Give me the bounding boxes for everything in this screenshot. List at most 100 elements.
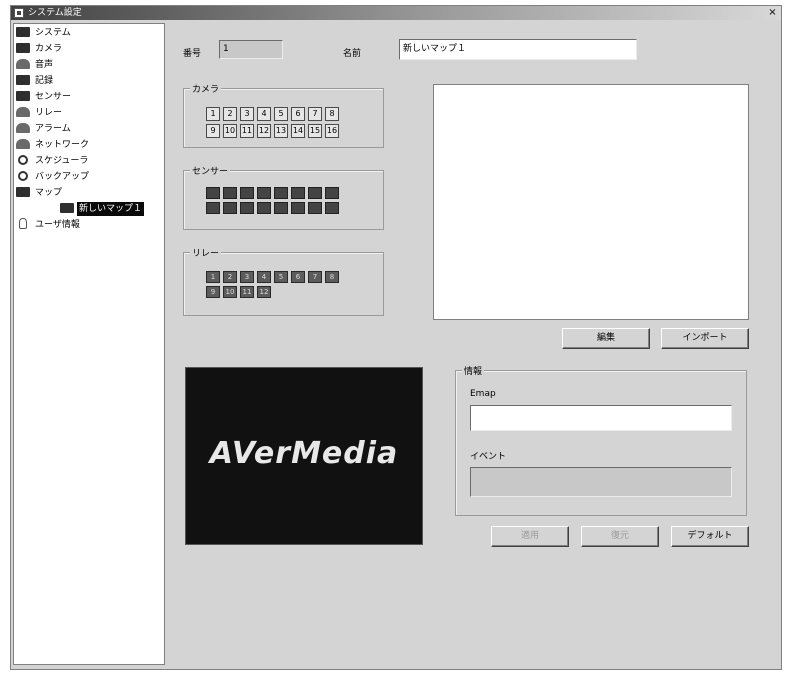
camera-button-2[interactable]: 2 <box>223 107 237 121</box>
camera-button-14[interactable]: 14 <box>291 124 305 138</box>
relay-icon <box>16 106 30 117</box>
camera-button-13[interactable]: 13 <box>274 124 288 138</box>
sensor-button-4[interactable] <box>257 187 271 199</box>
camera-button-9[interactable]: 9 <box>206 124 220 138</box>
tree-item-user-info[interactable]: ユーザ情報 <box>16 218 82 232</box>
camera-button-5[interactable]: 5 <box>274 107 288 121</box>
number-field[interactable]: 1 <box>219 40 283 59</box>
camera-button-7[interactable]: 7 <box>308 107 322 121</box>
camera-button-16[interactable]: 16 <box>325 124 339 138</box>
tree-item-label: ネットワーク <box>35 140 90 150</box>
tree-item-record[interactable]: 記録 <box>16 74 55 88</box>
event-field[interactable] <box>470 467 732 497</box>
sensor-button-7[interactable] <box>308 187 322 199</box>
camera-button-3[interactable]: 3 <box>240 107 254 121</box>
settings-app-icon <box>14 8 24 18</box>
camera-button-grid: 1 2 3 4 5 6 7 8 9 10 11 12 13 14 15 16 <box>206 107 339 138</box>
sensor-button-15[interactable] <box>308 202 322 214</box>
tree-item-system[interactable]: システム <box>16 26 73 40</box>
record-icon <box>16 74 30 85</box>
tree-item-sensor[interactable]: センサー <box>16 90 73 104</box>
camera-button-11[interactable]: 11 <box>240 124 254 138</box>
relay-button-8[interactable]: 8 <box>325 271 339 283</box>
settings-tree: システム カメラ 音声 記録 センサー リレー アラーム ネットワーク スケジュ… <box>13 23 165 665</box>
camera-icon <box>16 42 30 53</box>
camera-button-6[interactable]: 6 <box>291 107 305 121</box>
relay-button-6[interactable]: 6 <box>291 271 305 283</box>
camera-button-1[interactable]: 1 <box>206 107 220 121</box>
tree-item-audio[interactable]: 音声 <box>16 58 55 72</box>
map-icon <box>60 202 74 213</box>
backup-icon <box>18 170 28 181</box>
relay-button-7[interactable]: 7 <box>308 271 322 283</box>
tree-item-map[interactable]: マップ <box>16 186 64 200</box>
scheduler-icon <box>18 154 28 165</box>
sensor-button-8[interactable] <box>325 187 339 199</box>
camera-button-12[interactable]: 12 <box>257 124 271 138</box>
sensor-group: センサー <box>183 164 384 230</box>
relay-button-9[interactable]: 9 <box>206 286 220 298</box>
relay-button-2[interactable]: 2 <box>223 271 237 283</box>
relay-group: リレー 1 2 3 4 5 6 7 8 9 10 11 12 <box>183 246 384 316</box>
apply-button[interactable]: 適用 <box>491 526 569 547</box>
user-icon <box>19 218 27 229</box>
tree-item-scheduler[interactable]: スケジューラ <box>16 154 90 168</box>
sensor-button-13[interactable] <box>274 202 288 214</box>
sensor-icon <box>16 90 30 101</box>
system-settings-window: システム設定 × システム カメラ 音声 記録 センサー リレー アラーム ネッ… <box>10 5 782 670</box>
sensor-button-10[interactable] <box>223 202 237 214</box>
info-group-label: 情報 <box>462 364 485 377</box>
relay-button-12[interactable]: 12 <box>257 286 271 298</box>
tree-item-alarm[interactable]: アラーム <box>16 122 73 136</box>
camera-button-8[interactable]: 8 <box>325 107 339 121</box>
tree-item-new-map-1[interactable]: 新しいマップ１ <box>60 202 145 216</box>
import-button[interactable]: インポート <box>661 328 749 349</box>
sensor-button-6[interactable] <box>291 187 305 199</box>
relay-button-4[interactable]: 4 <box>257 271 271 283</box>
camera-group: カメラ 1 2 3 4 5 6 7 8 9 10 11 12 13 14 15 … <box>183 82 384 148</box>
tree-item-label: 記録 <box>35 76 54 86</box>
relay-button-1[interactable]: 1 <box>206 271 220 283</box>
sensor-button-12[interactable] <box>257 202 271 214</box>
monitor-icon <box>16 26 30 37</box>
emap-input[interactable] <box>470 405 732 431</box>
number-label: 番号 <box>183 49 202 59</box>
map-icon <box>16 186 30 197</box>
relay-button-5[interactable]: 5 <box>274 271 288 283</box>
relay-button-grid: 1 2 3 4 5 6 7 8 9 10 11 12 <box>206 271 339 298</box>
restore-button[interactable]: 復元 <box>581 526 659 547</box>
edit-button[interactable]: 編集 <box>562 328 650 349</box>
sensor-button-9[interactable] <box>206 202 220 214</box>
sensor-button-grid <box>206 187 339 214</box>
alarm-icon <box>16 122 30 133</box>
camera-button-10[interactable]: 10 <box>223 124 237 138</box>
camera-button-4[interactable]: 4 <box>257 107 271 121</box>
map-preview[interactable] <box>433 84 749 320</box>
audio-icon <box>16 58 30 69</box>
relay-button-3[interactable]: 3 <box>240 271 254 283</box>
tree-item-network[interactable]: ネットワーク <box>16 138 91 152</box>
name-input[interactable]: 新しいマップ１ <box>399 39 637 60</box>
network-icon <box>16 138 30 149</box>
sensor-button-16[interactable] <box>325 202 339 214</box>
tree-item-camera[interactable]: カメラ <box>16 42 64 56</box>
default-button[interactable]: デフォルト <box>671 526 749 547</box>
tree-item-backup[interactable]: バックアップ <box>16 170 91 184</box>
camera-button-15[interactable]: 15 <box>308 124 322 138</box>
close-button[interactable]: × <box>767 7 778 18</box>
sensor-button-11[interactable] <box>240 202 254 214</box>
tree-item-label: 音声 <box>35 60 54 70</box>
info-group: 情報 Emap イベント <box>455 364 747 516</box>
sensor-button-14[interactable] <box>291 202 305 214</box>
relay-button-10[interactable]: 10 <box>223 286 237 298</box>
sensor-button-3[interactable] <box>240 187 254 199</box>
tree-item-label: マップ <box>35 188 63 198</box>
relay-button-11[interactable]: 11 <box>240 286 254 298</box>
title-bar[interactable]: システム設定 × <box>11 6 781 20</box>
window-title: システム設定 <box>28 8 82 18</box>
tree-item-label: スケジューラ <box>35 156 89 166</box>
sensor-button-1[interactable] <box>206 187 220 199</box>
tree-item-relay[interactable]: リレー <box>16 106 64 120</box>
sensor-button-2[interactable] <box>223 187 237 199</box>
sensor-button-5[interactable] <box>274 187 288 199</box>
